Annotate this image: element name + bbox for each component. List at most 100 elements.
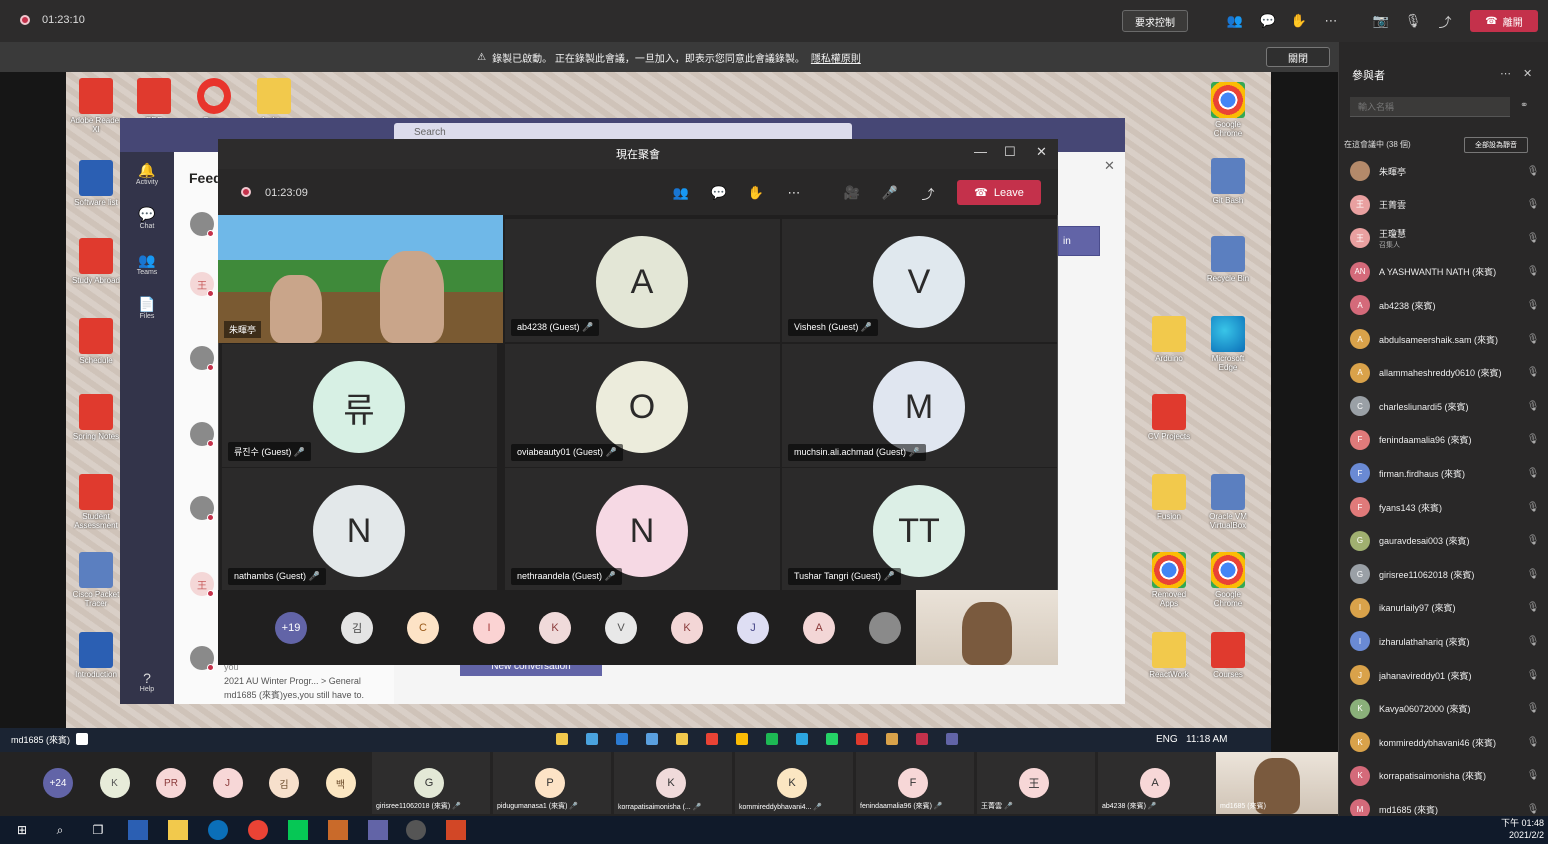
- mic-muted-icon[interactable]: 🎙: [1526, 502, 1540, 513]
- request-control-button[interactable]: 要求控制: [1122, 10, 1188, 32]
- strip-avatar[interactable]: A: [803, 612, 835, 644]
- windows-start-icon[interactable]: ⊞: [12, 820, 32, 840]
- close-window-icon[interactable]: ✕: [1036, 144, 1047, 160]
- raise-hand-icon[interactable]: ✋: [1288, 10, 1310, 32]
- participant-row[interactable]: Aabdulsameershaik.sam (來賓) 🎙: [1350, 324, 1540, 354]
- minimize-icon[interactable]: —: [974, 144, 987, 159]
- mic-muted-icon[interactable]: 🎙: [1526, 434, 1540, 445]
- participant-row[interactable]: Ccharlesliunardi5 (來賓) 🎙: [1350, 391, 1540, 421]
- strip-avatar[interactable]: I: [473, 612, 505, 644]
- strip-avatar[interactable]: C: [407, 612, 439, 644]
- participant-row[interactable]: Kkorrapatisaimonisha (來賓) 🎙: [1350, 761, 1540, 791]
- desktop-icon[interactable]: Microsoft Edge: [1202, 316, 1254, 372]
- desktop-icon[interactable]: ReactWork: [1143, 632, 1195, 679]
- desktop-icon[interactable]: Student Assessment: [70, 474, 122, 530]
- camera-icon[interactable]: 🎥: [840, 183, 864, 203]
- rail-item-teams[interactable]: 👥 Teams: [120, 252, 174, 276]
- share-screen-icon[interactable]: ⤴: [1434, 10, 1456, 32]
- teams-icon[interactable]: [368, 820, 388, 840]
- mic-muted-icon[interactable]: 🎙: [1526, 199, 1540, 210]
- search-icon[interactable]: ⌕: [50, 820, 70, 840]
- mic-muted-icon[interactable]: 🎙: [1526, 266, 1540, 277]
- feed-channel[interactable]: 2021 AU Winter Progr... > General: [224, 676, 361, 686]
- mic-muted-icon[interactable]: 🎙: [1526, 670, 1540, 681]
- mic-off-icon[interactable]: 🎙: [1402, 10, 1424, 32]
- edge-icon[interactable]: [208, 820, 228, 840]
- app-icon[interactable]: [328, 820, 348, 840]
- mic-muted-icon[interactable]: 🎙: [1526, 636, 1540, 647]
- rail-item-help[interactable]: ? Help: [120, 670, 174, 693]
- outer-strip-avatar[interactable]: K: [99, 768, 130, 798]
- participants-icon[interactable]: 👥: [1224, 10, 1246, 32]
- mic-muted-icon[interactable]: 🎙: [1526, 804, 1540, 815]
- close-icon[interactable]: ✕: [1104, 158, 1115, 174]
- desktop-icon[interactable]: Removed Apps: [1143, 552, 1195, 608]
- participant-row[interactable]: Ggirisree11062018 (來賓) 🎙: [1350, 559, 1540, 589]
- mic-muted-icon[interactable]: 🎙: [1526, 569, 1540, 580]
- app-icon[interactable]: [128, 820, 148, 840]
- mic-muted-icon[interactable]: 🎙: [1526, 300, 1540, 311]
- invite-icon[interactable]: ⚭: [1520, 100, 1528, 111]
- file-explorer-icon[interactable]: [168, 820, 188, 840]
- desktop-icon[interactable]: CV Projects: [1143, 394, 1195, 441]
- participant-tile[interactable]: V Vishesh (Guest) 🎤: [782, 219, 1057, 342]
- participant-tile[interactable]: TT Tushar Tangri (Guest) 🎤: [782, 468, 1057, 591]
- participant-tile[interactable]: Nnethraandela (Guest) 🎤: [505, 468, 780, 591]
- strip-avatar[interactable]: 김: [341, 612, 373, 644]
- mic-muted-icon[interactable]: 🎙: [1526, 703, 1540, 714]
- strip-avatar[interactable]: K: [539, 612, 571, 644]
- outer-participant-tile[interactable]: 王王菁雲 🎤: [977, 752, 1095, 814]
- desktop-icon[interactable]: Introduction: [70, 632, 122, 679]
- mic-muted-icon[interactable]: 🎙: [1526, 602, 1540, 613]
- strip-avatar[interactable]: +19: [275, 612, 307, 644]
- mic-muted-icon[interactable]: 🎙: [1526, 166, 1540, 177]
- powerpoint-icon[interactable]: [446, 820, 466, 840]
- strip-avatar[interactable]: K: [671, 612, 703, 644]
- participant-tile[interactable]: Ooviabeauty01 (Guest) 🎤: [505, 344, 780, 467]
- participant-row[interactable]: Kkommireddybhavani46 (來賓) 🎙: [1350, 727, 1540, 757]
- panel-close-icon[interactable]: ✕: [1523, 67, 1532, 80]
- desktop-icon[interactable]: Schedule: [70, 318, 122, 365]
- outer-strip-avatar[interactable]: 백: [325, 768, 356, 798]
- chat-icon[interactable]: 💬: [707, 183, 731, 203]
- app-icon[interactable]: [406, 820, 426, 840]
- participant-row[interactable]: Aab4238 (來賓) 🎙: [1350, 290, 1540, 320]
- participant-tile[interactable]: Mmuchsin.ali.achmad (Guest) 🎤: [782, 344, 1057, 467]
- outer-strip-avatar[interactable]: J: [212, 768, 243, 798]
- outer-strip-avatar[interactable]: +24: [43, 768, 73, 798]
- desktop-icon[interactable]: Recycle Bin: [1202, 236, 1254, 283]
- rail-item-chat[interactable]: 💬 Chat: [120, 206, 174, 230]
- desktop-icon[interactable]: Courses: [1202, 632, 1254, 679]
- more-options-icon[interactable]: ⋯: [1320, 10, 1342, 32]
- mute-all-button[interactable]: 全部設為靜音: [1464, 137, 1528, 153]
- outer-strip-avatar[interactable]: PR: [156, 768, 186, 798]
- desktop-icon[interactable]: Oracle VM VirtualBox: [1202, 474, 1254, 530]
- mic-icon[interactable]: 🎤: [878, 183, 902, 203]
- desktop-icon[interactable]: Google Chrome: [1202, 82, 1254, 138]
- join-button[interactable]: in: [1058, 226, 1100, 256]
- mic-muted-icon[interactable]: 🎙: [1526, 770, 1540, 781]
- leave-button[interactable]: ☎ 離開: [1470, 10, 1538, 32]
- desktop-icon[interactable]: Arduino: [1143, 316, 1195, 363]
- mic-muted-icon[interactable]: 🎙: [1526, 367, 1540, 378]
- desktop-icon[interactable]: Git Bash: [1202, 158, 1254, 205]
- participant-search-input[interactable]: [1350, 97, 1510, 117]
- strip-avatar[interactable]: [869, 612, 901, 644]
- participant-tile[interactable]: Nnathambs (Guest) 🎤: [222, 468, 497, 591]
- desktop-icon[interactable]: Adobe Reader XI: [70, 78, 122, 134]
- share-screen-icon[interactable]: ⤴: [916, 183, 940, 203]
- outer-participant-tile[interactable]: Ffenindaamalia96 (來賓) 🎤: [856, 752, 974, 814]
- camera-off-icon[interactable]: 📷: [1370, 10, 1392, 32]
- participant-row[interactable]: K Kavya06072000 (來賓) 🎙: [1350, 694, 1540, 724]
- mic-muted-icon[interactable]: 🎙: [1526, 334, 1540, 345]
- participant-row[interactable]: Ffenindaamalia96 (來賓) 🎙: [1350, 425, 1540, 455]
- desktop-icon[interactable]: Cisco Packet Tracer: [70, 552, 122, 608]
- participant-row[interactable]: AN A YASHWANTH NATH (來賓) 🎙: [1350, 257, 1540, 287]
- participant-row[interactable]: 朱暉亭 🎙: [1350, 156, 1540, 186]
- outer-participant-tile[interactable]: Aab4238 (來賓) 🎤: [1098, 752, 1216, 814]
- participant-row[interactable]: 王王瓊慧 召集人 🎙: [1350, 223, 1540, 253]
- participant-row[interactable]: 王王菁雲 🎙: [1350, 190, 1540, 220]
- line-icon[interactable]: [288, 820, 308, 840]
- desktop-icon[interactable]: Google Chrome: [1202, 552, 1254, 608]
- outer-participant-tile[interactable]: Ppidugumanasa1 (來賓) 🎤: [493, 752, 611, 814]
